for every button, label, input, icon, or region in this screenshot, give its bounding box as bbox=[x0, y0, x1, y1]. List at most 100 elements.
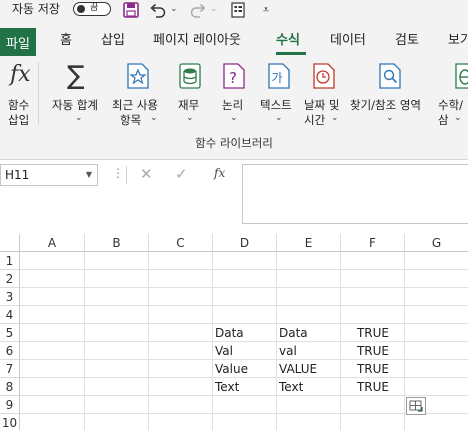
financial-label: 재무 bbox=[178, 98, 200, 112]
row-header-8[interactable]: 8 bbox=[0, 378, 20, 396]
logical-button[interactable]: ? 논리 ⌄ bbox=[216, 60, 252, 132]
math-dropdown-icon: ⌄ bbox=[454, 113, 462, 123]
cell-f6[interactable]: TRUE bbox=[343, 342, 403, 360]
row-header-4[interactable]: 4 bbox=[0, 306, 20, 324]
column-header-a[interactable]: A bbox=[20, 234, 85, 252]
ribbon-separator bbox=[38, 62, 39, 124]
save-icon[interactable] bbox=[122, 1, 140, 19]
redo-dropdown-icon[interactable]: ⌄ bbox=[210, 4, 218, 14]
ribbon-group-label: 함수 라이브러리 bbox=[195, 136, 273, 150]
cell-f5[interactable]: TRUE bbox=[343, 324, 403, 342]
insert-function-line2: 삽입 bbox=[8, 113, 30, 127]
lookup-reference-button[interactable]: 찾기/참조 영역 ⌄ bbox=[350, 60, 432, 132]
active-tab-indicator bbox=[276, 52, 306, 55]
svg-text:?: ? bbox=[229, 69, 237, 87]
formula-bar-separator bbox=[126, 166, 127, 184]
theta-icon bbox=[454, 62, 468, 93]
form-icon[interactable] bbox=[229, 1, 247, 19]
cell-e6[interactable]: val bbox=[279, 342, 339, 360]
tab-formulas[interactable]: 수식 bbox=[276, 33, 300, 49]
customize-toolbar-icon[interactable]: ⩡ bbox=[257, 1, 275, 19]
datetime-line1: 날짜 및 bbox=[304, 98, 340, 112]
column-header-f[interactable]: F bbox=[341, 234, 405, 252]
column-header-e[interactable]: E bbox=[277, 234, 341, 252]
row-header-9[interactable]: 9 bbox=[0, 396, 20, 414]
row-header-3[interactable]: 3 bbox=[0, 288, 20, 306]
cancel-icon[interactable]: ✕ bbox=[140, 165, 153, 183]
datetime-dropdown-icon: ⌄ bbox=[331, 113, 339, 123]
question-icon: ? bbox=[222, 62, 246, 93]
row-header-7[interactable]: 7 bbox=[0, 360, 20, 378]
gridline-horizontal bbox=[20, 269, 468, 270]
autosave-label: 자동 저장 bbox=[12, 2, 60, 16]
undo-dropdown-icon[interactable]: ⌄ bbox=[170, 4, 178, 14]
math-trig-button[interactable]: 수학/삼 ⌄ bbox=[436, 60, 468, 132]
enter-icon[interactable]: ✓ bbox=[175, 165, 188, 183]
logical-dropdown-icon: ⌄ bbox=[230, 113, 238, 123]
lookup-dropdown-icon: ⌄ bbox=[386, 113, 394, 123]
recent-line1: 최근 사용 bbox=[112, 98, 158, 112]
column-header-d[interactable]: D bbox=[213, 234, 277, 252]
tab-page-layout[interactable]: 페이지 레이아웃 bbox=[153, 33, 241, 49]
text-icon: 가 bbox=[267, 62, 291, 93]
autosum-button[interactable]: ∑ 자동 합계 ⌄ bbox=[50, 60, 108, 132]
text-dropdown-icon: ⌄ bbox=[275, 113, 283, 123]
tab-home[interactable]: 홈 bbox=[60, 33, 72, 49]
logical-label: 논리 bbox=[222, 98, 244, 112]
gridline-horizontal bbox=[20, 287, 468, 288]
tab-insert[interactable]: 삽입 bbox=[101, 33, 125, 49]
toggle-knob bbox=[77, 5, 85, 13]
cell-e8[interactable]: Text bbox=[279, 378, 339, 396]
formula-input[interactable] bbox=[242, 164, 468, 224]
cell-f8[interactable]: TRUE bbox=[343, 378, 403, 396]
column-header-b[interactable]: B bbox=[85, 234, 149, 252]
financial-button[interactable]: 재무 ⌄ bbox=[172, 60, 208, 132]
row-header-6[interactable]: 6 bbox=[0, 342, 20, 360]
cell-d7[interactable]: Value bbox=[215, 360, 275, 378]
date-time-button[interactable]: 날짜 및 시간 ⌄ bbox=[302, 60, 346, 132]
math-label: 수학/삼 bbox=[438, 98, 464, 127]
text-functions-button[interactable]: 가 텍스트 ⌄ bbox=[258, 60, 300, 132]
quick-analysis-icon[interactable] bbox=[406, 397, 426, 415]
autosave-toggle[interactable]: 끔 bbox=[73, 2, 111, 16]
clock-icon bbox=[312, 62, 336, 93]
row-header-1[interactable]: 1 bbox=[0, 252, 20, 270]
fx-large-icon: fx bbox=[10, 62, 31, 87]
tab-data[interactable]: 데이터 bbox=[330, 33, 366, 49]
text-label: 텍스트 bbox=[260, 98, 292, 112]
redo-icon[interactable] bbox=[189, 1, 207, 19]
autosum-dropdown-icon: ⌄ bbox=[75, 113, 83, 123]
cell-d5[interactable]: Data bbox=[215, 324, 275, 342]
lookup-label: 찾기/참조 영역 bbox=[350, 98, 422, 112]
svg-text:가: 가 bbox=[272, 71, 283, 85]
autosave-state: 끔 bbox=[90, 3, 99, 13]
cell-d8[interactable]: Text bbox=[215, 378, 275, 396]
cell-d6[interactable]: Val bbox=[215, 342, 275, 360]
cell-f7[interactable]: TRUE bbox=[343, 360, 403, 378]
cell-e5[interactable]: Data bbox=[279, 324, 339, 342]
tab-review[interactable]: 검토 bbox=[395, 33, 419, 49]
column-header-c[interactable]: C bbox=[149, 234, 213, 252]
name-box[interactable]: H11 ▼ bbox=[0, 164, 98, 186]
insert-function-button[interactable]: fx 함수 삽입 bbox=[2, 60, 40, 132]
insert-function-icon[interactable]: fx bbox=[214, 166, 225, 180]
select-all-corner[interactable] bbox=[0, 234, 20, 252]
recent-line2: 항목 bbox=[120, 113, 142, 127]
gridline-horizontal bbox=[20, 413, 468, 414]
row-header-2[interactable]: 2 bbox=[0, 270, 20, 288]
sigma-icon: ∑ bbox=[67, 61, 85, 91]
financial-dropdown-icon: ⌄ bbox=[186, 113, 194, 123]
gridline-horizontal bbox=[20, 305, 468, 306]
formula-bar-grip-icon[interactable]: ⋮ bbox=[112, 166, 124, 180]
column-header-g[interactable]: G bbox=[405, 234, 468, 252]
autosum-label: 자동 합계 bbox=[52, 98, 98, 112]
tab-view[interactable]: 보기 bbox=[448, 33, 468, 49]
row-header-10[interactable]: 10 bbox=[0, 414, 20, 430]
cell-e7[interactable]: VALUE bbox=[279, 360, 339, 378]
undo-icon[interactable] bbox=[149, 1, 167, 19]
name-box-value: H11 bbox=[5, 168, 30, 182]
row-header-5[interactable]: 5 bbox=[0, 324, 20, 342]
tab-file[interactable]: 파일 bbox=[0, 28, 36, 56]
recently-used-button[interactable]: 최근 사용 항목 ⌄ bbox=[112, 60, 166, 132]
name-box-dropdown-icon[interactable]: ▼ bbox=[86, 170, 92, 179]
